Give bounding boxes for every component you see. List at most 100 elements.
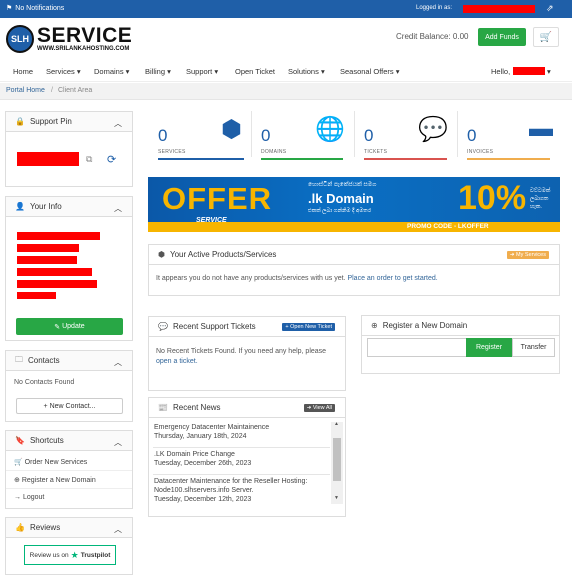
lock-icon: 🔒 bbox=[15, 117, 25, 126]
panel-title: Contacts bbox=[28, 356, 60, 365]
update-button[interactable]: ✎ Update bbox=[16, 318, 123, 335]
redacted-line bbox=[17, 292, 56, 299]
shortcut-logout[interactable]: → Logout bbox=[6, 489, 132, 507]
stat-value: 0 bbox=[158, 126, 168, 145]
nav-solutions[interactable]: Solutions ▾ bbox=[288, 67, 325, 76]
divider bbox=[457, 111, 458, 157]
cart-icon: 🛒 bbox=[539, 31, 553, 43]
news-list[interactable]: Emergency Datacenter Maintainence Thursd… bbox=[149, 420, 330, 506]
credit-balance: Credit Balance: 0.00 bbox=[396, 32, 469, 41]
banner-domain: .lk Domain bbox=[308, 191, 374, 206]
stat-invoices[interactable]: 0 INVOICES ▬ bbox=[457, 109, 560, 161]
arrow-right-icon: ➜ bbox=[509, 252, 515, 258]
open-new-ticket-button[interactable]: + Open New Ticket bbox=[282, 323, 335, 331]
globe-icon: 🌐 bbox=[315, 116, 345, 143]
nav-services[interactable]: Services ▾ bbox=[46, 67, 81, 76]
support-pin-panel: 🔒 Support Pin ︿ ⧉ ⟳ bbox=[5, 111, 133, 187]
plus-icon: + bbox=[285, 324, 289, 330]
share-icon[interactable]: ⇗ bbox=[546, 3, 554, 14]
breadcrumb-home[interactable]: Portal Home bbox=[6, 87, 45, 94]
trustpilot-button[interactable]: Review us on ★ Trustpilot bbox=[24, 545, 116, 565]
redacted-name bbox=[513, 67, 545, 75]
banner-text-top: හොස්ටින් පැකේජයක් සමග bbox=[308, 182, 377, 188]
news-item[interactable]: .LK Domain Price Change Tuesday, Decembe… bbox=[154, 450, 251, 468]
pencil-icon: ✎ bbox=[54, 323, 63, 331]
chevron-up-icon[interactable]: ▲ bbox=[334, 421, 339, 427]
add-funds-button[interactable]: Add Funds bbox=[478, 28, 526, 46]
nav-home[interactable]: Home bbox=[13, 67, 33, 76]
cart-button[interactable]: 🛒 bbox=[533, 27, 559, 47]
recent-tickets-panel: 💬 Recent Support Tickets + Open New Tick… bbox=[148, 316, 346, 391]
shortcut-order-services[interactable]: 🛒 Order New Services bbox=[6, 453, 132, 471]
banner-side-text: වට්ටමක් ලබාගත හැක. bbox=[530, 188, 551, 210]
notifications-link[interactable]: ⚑ No Notifications bbox=[6, 4, 64, 13]
shortcuts-header[interactable]: 🔖 Shortcuts ︿ bbox=[6, 431, 132, 451]
open-ticket-link[interactable]: open a ticket. bbox=[156, 358, 198, 365]
my-services-button[interactable]: ➜ My Services bbox=[506, 251, 549, 259]
stat-value: 0 bbox=[261, 126, 271, 145]
credit-card-icon: ▬ bbox=[529, 115, 553, 142]
your-info-panel: 👤 Your Info ︿ ✎ Update bbox=[5, 196, 133, 341]
chevron-down-icon[interactable]: ▾ bbox=[547, 67, 551, 76]
chevron-up-icon[interactable]: ︿ bbox=[114, 437, 122, 448]
nav-billing[interactable]: Billing ▾ bbox=[145, 67, 171, 76]
brand-logo[interactable]: SLH SERVICE WWW.SRILANKAHOSTING.COM bbox=[6, 25, 132, 53]
your-info-header[interactable]: 👤 Your Info ︿ bbox=[6, 197, 132, 217]
nav-domains[interactable]: Domains ▾ bbox=[94, 67, 129, 76]
products-empty-text: It appears you do not have any products/… bbox=[156, 275, 438, 282]
support-pin-header[interactable]: 🔒 Support Pin ︿ bbox=[6, 112, 132, 132]
globe-icon: ⊕ bbox=[14, 477, 20, 484]
promo-banner[interactable]: OFFER හොස්ටින් පැකේජයක් සමග .lk Domain එ… bbox=[148, 177, 560, 232]
chevron-up-icon[interactable]: ︿ bbox=[114, 118, 122, 129]
stat-tickets[interactable]: 0 TICKETS 💬 bbox=[354, 109, 457, 161]
stat-label: SERVICES bbox=[158, 149, 186, 155]
stat-services[interactable]: 0 SERVICES ⬢ bbox=[148, 109, 251, 161]
comments-icon: 💬 bbox=[418, 116, 448, 143]
no-contacts-text: No Contacts Found bbox=[14, 379, 75, 386]
redacted-line bbox=[17, 244, 79, 252]
divider bbox=[153, 447, 330, 448]
nav-support[interactable]: Support ▾ bbox=[186, 67, 218, 76]
stat-label: INVOICES bbox=[467, 149, 494, 155]
panel-title: Your Active Products/Services bbox=[169, 250, 277, 259]
chevron-up-icon[interactable]: ︿ bbox=[114, 357, 122, 368]
chevron-down-icon[interactable]: ▼ bbox=[334, 495, 339, 501]
stat-domains[interactable]: 0 DOMAINS 🌐 bbox=[251, 109, 354, 161]
brand-badge: SLH bbox=[6, 25, 34, 53]
nav-seasonal-offers[interactable]: Seasonal Offers ▾ bbox=[340, 67, 400, 76]
nav-hello[interactable]: Hello, bbox=[491, 67, 510, 76]
brand-name: SERVICE bbox=[37, 24, 133, 47]
news-scrollbar[interactable]: ▲ ▼ bbox=[331, 421, 343, 504]
chevron-up-icon[interactable]: ︿ bbox=[114, 203, 122, 214]
shortcut-register-domain[interactable]: ⊕ Register a New Domain bbox=[6, 471, 132, 489]
banner-text-bottom: එකක් ලබා ගන්නිම දී අමතර bbox=[308, 208, 372, 214]
view-all-button[interactable]: ➜ View All bbox=[303, 404, 335, 412]
stat-label: DOMAINS bbox=[261, 149, 287, 155]
place-order-link[interactable]: Place an order to get started. bbox=[347, 275, 437, 282]
active-products-header: ⬢ Your Active Products/Services bbox=[149, 245, 559, 265]
banner-offer: OFFER bbox=[162, 181, 273, 216]
domain-search-input[interactable] bbox=[367, 338, 468, 357]
stat-underline bbox=[467, 158, 550, 160]
contacts-header[interactable]: 🗀 Contacts ︿ bbox=[6, 351, 132, 371]
active-products-panel: ⬢ Your Active Products/Services ➜ My Ser… bbox=[148, 244, 560, 296]
register-button[interactable]: Register bbox=[466, 338, 512, 357]
nav-open-ticket[interactable]: Open Ticket bbox=[235, 67, 275, 76]
arrow-right-icon: ➜ bbox=[306, 405, 312, 411]
folder-icon: 🗀 bbox=[15, 354, 23, 364]
reviews-header[interactable]: 👍 Reviews ︿ bbox=[6, 518, 132, 538]
copy-icon[interactable]: ⧉ bbox=[86, 154, 92, 165]
new-contact-button[interactable]: + New Contact... bbox=[16, 398, 123, 414]
stat-label: TICKETS bbox=[364, 149, 388, 155]
news-item[interactable]: Datacenter Maintenance for the Reseller … bbox=[154, 477, 330, 504]
news-item[interactable]: Emergency Datacenter Maintainence Thursd… bbox=[154, 423, 269, 441]
user-icon: 👤 bbox=[15, 202, 25, 211]
panel-title: Support Pin bbox=[29, 117, 72, 126]
chevron-up-icon[interactable]: ︿ bbox=[114, 524, 122, 535]
bookmark-icon: 🔖 bbox=[15, 436, 25, 445]
scrollbar-thumb[interactable] bbox=[333, 438, 341, 481]
panel-title: Recent Support Tickets bbox=[172, 322, 256, 331]
refresh-icon[interactable]: ⟳ bbox=[107, 153, 116, 166]
breadcrumb-separator: / bbox=[51, 87, 53, 94]
transfer-button[interactable]: Transfer bbox=[512, 338, 555, 357]
